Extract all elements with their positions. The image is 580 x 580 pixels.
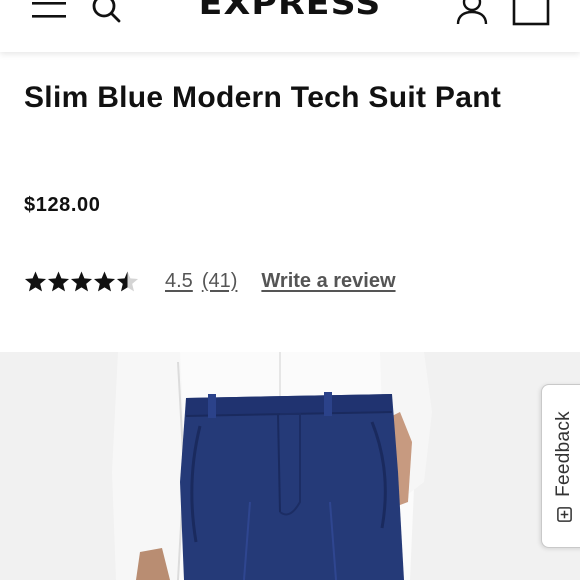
feedback-tab[interactable]: Feedback: [541, 384, 580, 548]
review-count-link[interactable]: (41): [202, 270, 238, 293]
product-page: EXPRESS Slim Blue Modern Tech Suit Pant …: [0, 0, 580, 580]
star-full-icon: [47, 270, 70, 291]
star-rating[interactable]: [24, 270, 142, 293]
star-full-icon: [93, 270, 116, 291]
site-header: EXPRESS: [0, 0, 580, 52]
star-full-icon: [24, 270, 47, 291]
product-photo: [0, 352, 580, 580]
write-review-link[interactable]: Write a review: [261, 270, 395, 293]
bag-icon[interactable]: [510, 0, 552, 26]
product-image-gallery[interactable]: [0, 352, 580, 580]
feedback-icon: [556, 507, 572, 522]
rating-value-link[interactable]: 4.5: [165, 270, 193, 293]
feedback-label: Feedback: [553, 411, 574, 497]
account-icon[interactable]: [454, 0, 490, 26]
feedback-tab-content: Feedback: [551, 387, 577, 547]
star-full-icon: [70, 270, 93, 291]
rating-row: 4.5 (41) Write a review: [24, 264, 396, 298]
product-title: Slim Blue Modern Tech Suit Pant: [24, 81, 502, 114]
star-half-icon: [116, 270, 139, 291]
express-logo[interactable]: EXPRESS: [0, 0, 580, 22]
product-price: $128.00: [24, 194, 101, 216]
